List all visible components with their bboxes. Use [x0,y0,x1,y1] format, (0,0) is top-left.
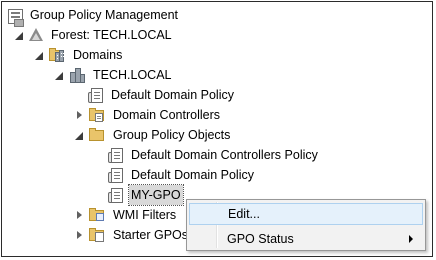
ou-folder-icon [88,107,106,123]
tree-item-starter-gpos[interactable]: Starter GPOs [74,225,190,245]
tree-item-label: Domain Controllers [113,108,220,122]
gpmc-console-icon [8,8,24,27]
expand-toggle-icon[interactable] [34,45,44,65]
starter-folder-icon [88,227,106,243]
expand-toggle-icon[interactable] [74,205,84,225]
menu-item-gpo-status[interactable]: GPO Status [189,228,423,250]
gpo-icon [108,167,124,184]
tree-item-label: Default Domain Policy [131,168,254,182]
tree-item-label: TECH.LOCAL [93,68,172,82]
expand-toggle-icon[interactable] [74,125,84,145]
tree-item-label: Group Policy Management [30,8,178,22]
tree-item-domain-controllers[interactable]: Domain Controllers [74,105,222,125]
tree-item-group-policy-objects[interactable]: Group Policy Objects [74,125,232,145]
menu-item-edit[interactable]: Edit... [189,203,423,225]
wmi-folder-icon [88,207,106,223]
tree-item-forest[interactable]: Forest: TECH.LOCAL [14,25,174,45]
gpo-link-icon [88,87,104,104]
tree-item-label: Default Domain Controllers Policy [131,148,318,162]
tree-item-label: Forest: TECH.LOCAL [51,28,172,42]
gpo-icon [108,147,124,164]
gpo-icon [108,187,124,204]
tree-item-gpo[interactable]: Default Domain Controllers Policy [108,145,320,165]
tree-item-label: Group Policy Objects [113,128,231,142]
tree-item-gpo-selected[interactable]: MY-GPO [108,184,184,206]
context-menu: Edit... GPO Status [186,199,426,251]
tree-item-label: MY-GPO [128,184,184,206]
folder-icon [88,127,106,143]
domain-icon [68,66,86,84]
domains-folder-icon [48,47,66,63]
forest-icon [28,27,44,43]
tree-item-wmi-filters[interactable]: WMI Filters [74,205,178,225]
tree-item-gpo[interactable]: Default Domain Policy [108,165,256,185]
menu-item-label: GPO Status [227,232,294,246]
tree-item-root[interactable]: Group Policy Management [8,5,180,27]
tree-item-label: Starter GPOs [113,228,189,242]
tree-item-domain-tech-local[interactable]: TECH.LOCAL [54,65,174,85]
tree-item-label: Domains [73,48,123,62]
expand-toggle-icon[interactable] [74,105,84,125]
expand-toggle-icon[interactable] [74,225,84,245]
submenu-arrow-icon [409,235,413,243]
tree-item-label: Default Domain Policy [111,88,234,102]
menu-item-label: Edit... [228,207,260,221]
expand-toggle-icon[interactable] [54,65,64,85]
expand-toggle-icon[interactable] [14,25,24,45]
tree-item-label: WMI Filters [113,208,177,222]
tree-item-default-domain-policy-link[interactable]: Default Domain Policy [88,85,236,105]
tree-item-domains[interactable]: Domains [34,45,124,65]
